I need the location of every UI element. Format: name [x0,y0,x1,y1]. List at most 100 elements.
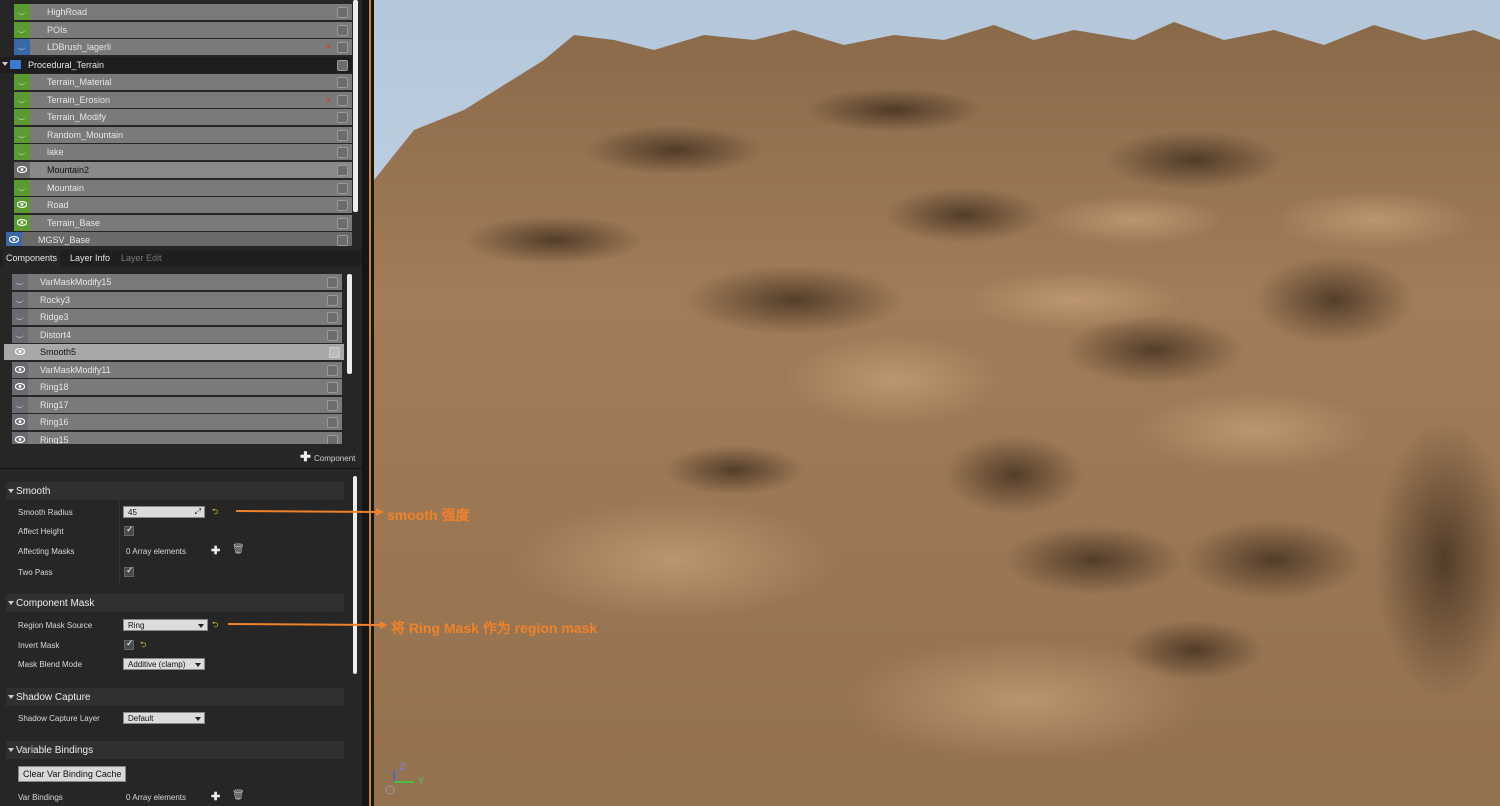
component-icon[interactable] [12,274,28,290]
layer-row[interactable]: Random_Mountain [14,127,352,143]
eye-icon[interactable] [12,344,28,360]
layer-icon[interactable] [14,74,30,90]
tab-layer-edit[interactable]: Layer Edit [118,250,165,266]
terrain-viewport[interactable]: Z Y [374,0,1500,806]
layer-toggle-icon[interactable] [337,130,348,141]
layer-toggle-icon[interactable] [337,7,348,18]
component-row[interactable]: Ring17 [12,396,342,413]
layer-icon[interactable] [14,4,30,20]
layer-row[interactable]: Procedural_Terrain [0,57,352,73]
add-element-icon[interactable]: ✚ [211,790,220,803]
component-row[interactable]: VarMaskModify11 [12,361,342,378]
layer-toggle-icon[interactable] [337,183,348,194]
component-row[interactable]: Ridge3 [12,309,342,325]
layer-row[interactable]: Terrain_Erosion [14,92,352,108]
component-toggle-icon[interactable] [327,312,338,323]
tab-components[interactable]: Components [3,250,61,266]
shadow-capture-layer-dropdown[interactable]: Default [123,712,205,724]
layer-row[interactable]: Mountain [14,180,352,196]
section-component-mask[interactable]: Component Mask [6,594,344,612]
layer-toggle-icon[interactable] [337,77,348,88]
layer-toggle-icon[interactable] [337,42,348,53]
component-toggle-icon[interactable] [327,417,338,428]
invert-mask-checkbox[interactable] [124,638,134,650]
layer-toggle-icon[interactable] [337,25,348,36]
reset-arrow-icon[interactable]: ⮌ [140,639,146,653]
layer-row[interactable]: Road [14,197,352,213]
eye-icon[interactable] [14,215,30,231]
component-row[interactable]: Rocky3 [12,291,342,308]
layer-toggle-icon[interactable] [337,147,348,158]
component-icon[interactable] [12,396,28,413]
mask-blend-mode-dropdown[interactable]: Additive (clamp) [123,658,205,670]
layer-row[interactable]: LDBrush_lagerli [14,39,352,55]
layer-toggle-icon[interactable] [337,112,348,123]
section-smooth[interactable]: Smooth [6,482,344,500]
reset-arrow-icon[interactable]: ⮌ [212,506,218,520]
panel-splitter[interactable] [362,0,374,806]
component-toggle-icon[interactable] [327,434,338,444]
layer-row[interactable]: POIs [14,22,352,38]
expand-triangle-icon[interactable] [2,62,8,66]
layer-row[interactable]: Terrain_Base [14,215,352,231]
component-icon[interactable] [12,291,28,308]
component-toggle-icon[interactable] [327,277,338,288]
smooth-radius-input[interactable]: 45 ⤢ [123,506,205,518]
layer-row[interactable]: HighRoad [14,4,352,20]
eye-icon[interactable] [12,414,28,430]
layer-icon[interactable] [14,144,30,160]
layer-row[interactable]: Terrain_Modify [14,109,352,125]
component-scrollbar[interactable] [347,274,352,374]
two-pass-checkbox[interactable] [124,565,134,577]
component-toggle-icon[interactable] [327,364,338,376]
component-toggle-icon[interactable] [327,294,338,306]
reset-arrow-icon[interactable]: ⮌ [212,619,218,633]
eye-icon[interactable] [12,361,28,378]
layer-icon[interactable] [14,22,30,38]
eye-icon[interactable] [12,379,28,395]
component-icon[interactable] [12,309,28,325]
section-variable-bindings[interactable]: Variable Bindings [6,741,344,759]
add-element-icon[interactable]: ✚ [211,544,220,557]
tree-scrollbar[interactable] [353,0,358,212]
component-toggle-icon[interactable] [327,382,338,393]
trash-icon[interactable]: 🗑 [232,790,245,801]
component-row[interactable]: Ring16 [12,414,342,430]
tab-layer-info[interactable]: Layer Info [67,250,113,266]
layer-row[interactable]: Terrain_Material [14,74,352,90]
component-row[interactable]: Ring15 [12,431,342,444]
eye-icon[interactable] [6,232,22,246]
layer-icon[interactable] [14,92,30,108]
folder-icon[interactable] [2,60,21,69]
layer-toggle-icon[interactable] [337,218,348,229]
layer-toggle-icon[interactable] [337,95,348,106]
layer-toggle-icon[interactable] [337,235,348,246]
component-toggle-icon[interactable] [329,347,340,358]
eye-icon[interactable] [12,431,28,444]
trash-icon[interactable]: 🗑 [232,544,245,555]
affect-height-checkbox[interactable] [124,524,134,536]
region-mask-source-dropdown[interactable]: Ring [123,619,208,631]
component-toggle-icon[interactable] [327,329,338,341]
layer-row[interactable]: lake [14,144,352,160]
eye-icon[interactable] [14,197,30,213]
section-shadow-capture[interactable]: Shadow Capture [6,688,344,706]
layer-toggle-icon[interactable] [337,60,348,71]
layer-icon[interactable] [14,127,30,143]
layer-row[interactable]: MGSV_Base [6,232,352,246]
layer-icon[interactable] [14,180,30,196]
eye-icon[interactable] [14,162,30,178]
component-icon[interactable] [12,326,28,343]
clear-var-binding-cache-button[interactable]: Clear Var Binding Cache [18,766,127,782]
component-toggle-icon[interactable] [327,399,338,411]
layer-toggle-icon[interactable] [337,165,348,176]
layer-row[interactable]: Mountain2 [14,162,352,178]
layer-toggle-icon[interactable] [337,200,348,211]
layer-icon[interactable] [14,39,30,55]
component-row[interactable]: Smooth5 [4,344,344,360]
component-row[interactable]: VarMaskModify15 [12,274,342,290]
component-row[interactable]: Distort4 [12,326,342,343]
component-row[interactable]: Ring18 [12,379,342,395]
details-scrollbar[interactable] [353,476,357,674]
layer-icon[interactable] [14,109,30,125]
